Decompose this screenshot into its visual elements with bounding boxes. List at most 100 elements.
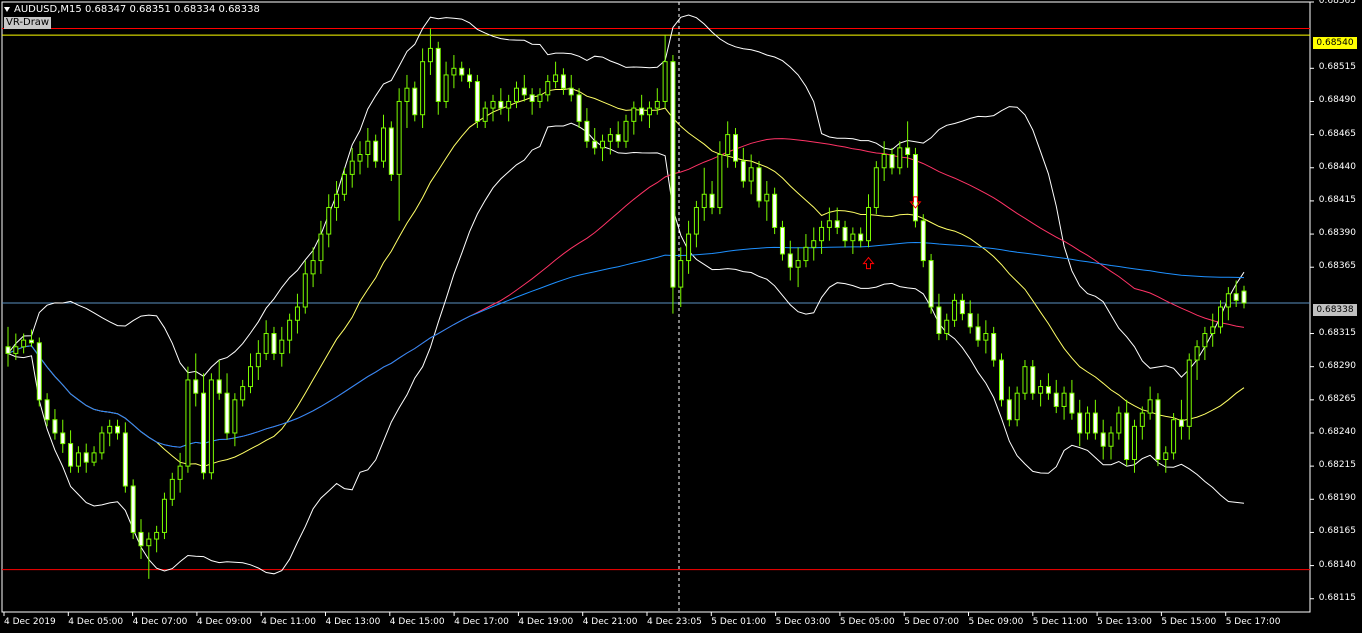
candle-body: [68, 443, 74, 467]
candle-body: [693, 207, 699, 235]
candle-body: [122, 432, 128, 487]
candle-body: [560, 74, 566, 89]
candle-body: [1155, 399, 1161, 460]
candle-body: [193, 379, 199, 394]
candle-body: [294, 306, 300, 321]
dropdown-icon[interactable]: [4, 6, 10, 12]
candle-body: [842, 226, 848, 242]
candle-body: [717, 154, 723, 209]
candle-body: [388, 127, 394, 175]
candle-body: [459, 67, 465, 76]
candle-body: [1131, 425, 1137, 461]
candle-body: [310, 260, 316, 275]
candle-body: [404, 87, 410, 102]
y-tick-label: 0.68165: [1318, 526, 1356, 537]
candle-body: [787, 253, 793, 268]
candle-body: [733, 134, 739, 162]
candle-body: [529, 94, 535, 102]
symbol-line: AUDUSD,M15 0.68347 0.68351 0.68334 0.683…: [14, 4, 260, 15]
candle-body: [600, 140, 606, 149]
candle-body: [686, 233, 692, 262]
y-tick-label: 0.68190: [1318, 493, 1356, 504]
candle-body: [443, 74, 449, 102]
candle-body: [255, 352, 261, 368]
candle-body: [701, 193, 707, 209]
candle-body: [1069, 392, 1075, 414]
candle-body: [482, 107, 488, 122]
candle-body: [224, 392, 230, 434]
candle-body: [146, 538, 152, 547]
candle-body: [991, 333, 997, 361]
x-tick-label: 4 Dec 11:00: [261, 617, 316, 627]
candle-body: [623, 120, 629, 142]
candle-body: [380, 127, 386, 162]
moving-average-long-line: [7, 241, 1245, 448]
candle-body: [396, 100, 402, 175]
candle-body: [944, 319, 950, 335]
y-tick-label: 0.68140: [1318, 559, 1356, 570]
candle-body: [1038, 386, 1044, 394]
candle-body: [967, 313, 973, 328]
candle-body: [216, 379, 222, 394]
candle-body: [115, 425, 121, 434]
candle-body: [834, 220, 840, 228]
bid-price-tag: 0.68338: [1313, 304, 1357, 316]
y-tick-label: 0.68415: [1318, 194, 1356, 205]
x-tick-label: 4 Dec 05:00: [68, 617, 124, 627]
x-tick-label: 4 Dec 17:00: [454, 617, 509, 627]
y-tick-label: 0.68240: [1318, 426, 1356, 437]
candle-body: [1202, 333, 1208, 348]
price-chart[interactable]: [0, 0, 1362, 633]
y-tick-label: 0.68440: [1318, 161, 1356, 172]
candle-body: [91, 452, 97, 463]
candle-body: [107, 425, 113, 434]
candle-body: [615, 134, 621, 142]
candle-body: [357, 154, 363, 162]
candle-body: [201, 392, 207, 474]
candle-body: [1225, 293, 1231, 308]
indicator-label[interactable]: VR-Draw: [4, 17, 52, 29]
candle-body: [764, 193, 770, 202]
candle-body: [920, 220, 926, 262]
candle-body: [998, 359, 1004, 401]
candle-body: [1022, 366, 1028, 394]
candle-body: [631, 107, 637, 122]
candle-body: [232, 399, 238, 434]
candle-body: [662, 61, 668, 102]
candle-body: [881, 154, 887, 169]
candle-body: [506, 100, 512, 109]
candle-body: [287, 319, 293, 341]
x-tick-label: 4 Dec 2019: [4, 617, 56, 627]
candle-body: [1233, 293, 1239, 301]
candle-body: [263, 333, 269, 354]
x-tick-label: 4 Dec 23:05: [647, 617, 702, 627]
y-tick-label: 0.68365: [1318, 261, 1356, 272]
y-tick-label: 0.68490: [1318, 95, 1356, 106]
candle-body: [248, 366, 254, 388]
candle-body: [819, 226, 825, 242]
candle-body: [99, 432, 105, 454]
candle-body: [185, 379, 191, 467]
candle-body: [1092, 412, 1098, 434]
candle-body: [811, 240, 817, 248]
candle-body: [13, 346, 19, 354]
candle-body: [451, 67, 457, 76]
candle-body: [850, 233, 856, 242]
candle-body: [779, 226, 785, 255]
candle-body: [592, 140, 598, 149]
candle-body: [318, 233, 324, 262]
x-tick-label: 5 Dec 07:00: [904, 617, 959, 627]
candle-body: [154, 531, 160, 540]
candle-body: [607, 134, 613, 142]
x-tick-label: 5 Dec 09:00: [968, 617, 1024, 627]
candle-body: [936, 306, 942, 335]
candle-body: [341, 173, 347, 195]
candle-body: [1030, 366, 1036, 394]
candle-body: [1241, 290, 1247, 304]
y-tick-label: 0.68290: [1318, 360, 1356, 371]
candle-body: [177, 465, 183, 480]
candle-body: [1061, 392, 1067, 407]
candle-body: [279, 339, 285, 354]
candle-body: [678, 260, 684, 288]
candle-body: [905, 147, 911, 156]
